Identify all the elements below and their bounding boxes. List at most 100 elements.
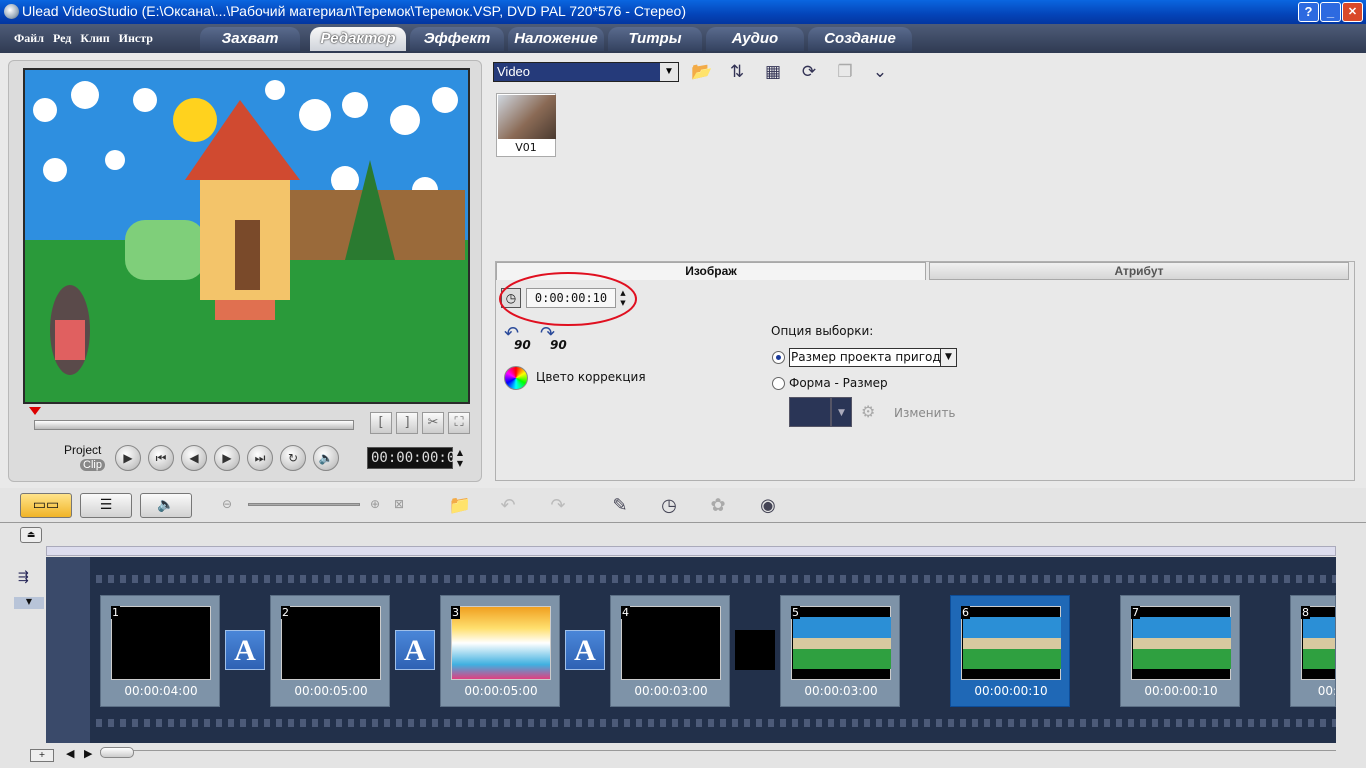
cut-clip-button[interactable]: ✂ (422, 412, 444, 434)
color-correction-label[interactable]: Цвето коррекция (536, 370, 646, 384)
fit-project-icon[interactable]: ⊠ (394, 497, 404, 511)
timeline-scrollbar[interactable] (100, 750, 1336, 758)
clip-thumbnail (451, 606, 551, 680)
shape-color-swatch[interactable] (789, 397, 831, 427)
insert-media-icon[interactable]: 📁 (446, 492, 474, 520)
color-correction-icon[interactable] (504, 366, 528, 390)
tab-overlay[interactable]: Наложение (508, 27, 604, 51)
clip-duration: 00:00:03:00 (804, 684, 878, 698)
sampling-option-label: Опция выборки: (771, 324, 874, 338)
storyboard-view-button[interactable]: ▭▭ (20, 493, 72, 518)
redo-icon[interactable]: ↷ (544, 492, 572, 520)
scrollbar-thumb[interactable] (100, 747, 134, 758)
play-button[interactable]: ▶ (115, 445, 141, 471)
library-item-label: V01 (515, 141, 537, 154)
project-mode-label[interactable]: Project (64, 443, 101, 457)
undo-icon[interactable]: ↶ (494, 492, 522, 520)
volume-button[interactable]: 🔈 (313, 445, 339, 471)
mark-out-button[interactable]: ] (396, 412, 418, 434)
transition-3[interactable]: A (565, 630, 605, 670)
title-bar: Ulead VideoStudio (E:\Оксана\...\Рабочий… (0, 0, 1366, 24)
help-button[interactable]: ? (1298, 2, 1319, 22)
project-size-dropdown[interactable]: Размер проекта пригоден ▼ (789, 348, 957, 367)
scroll-right-icon[interactable]: ▶ (84, 747, 92, 760)
clip-thumbnail (281, 606, 381, 680)
mark-in-button[interactable]: [ (370, 412, 392, 434)
storyboard-clip-1[interactable]: 1 00:00:04:00 (100, 595, 220, 707)
storyboard-clip-8[interactable]: 8 00: (1290, 595, 1336, 707)
clip-mode-label[interactable]: Clip (80, 459, 105, 471)
clip-duration: 00:00:00:10 (1144, 684, 1218, 698)
tab-audio[interactable]: Аудио (706, 27, 804, 51)
previous-frame-button[interactable]: ◀ (181, 445, 207, 471)
clip-duration: 00: (1317, 684, 1336, 698)
track-icon[interactable]: ⇶ (18, 570, 40, 588)
minimize-button[interactable]: _ (1320, 2, 1341, 22)
timecode-spinner[interactable]: ▲ ▼ (454, 447, 466, 469)
fullscreen-button[interactable]: ⛶ (448, 412, 470, 434)
eject-icon[interactable]: ⏏ (20, 527, 42, 543)
zoom-out-icon[interactable]: ⊖ (222, 497, 232, 511)
chevron-down-icon[interactable]: ▼ (831, 397, 852, 427)
import-icon[interactable]: ⟳ (795, 60, 823, 84)
transition-1[interactable]: A (225, 630, 265, 670)
storyboard-clip-5[interactable]: 5 00:00:03:00 (780, 595, 900, 707)
tab-attribute[interactable]: Атрибут (929, 262, 1349, 280)
preview-scrub-bar[interactable] (34, 420, 354, 430)
tab-capture[interactable]: Захват (200, 27, 300, 51)
rotate-right-button[interactable]: ↷ 90 (540, 325, 572, 354)
sort-icon[interactable]: ⇅ (723, 60, 751, 84)
playhead-marker[interactable] (29, 407, 41, 417)
expand-icon[interactable]: ⌄ (868, 60, 892, 84)
tab-editor[interactable]: Редактор (310, 27, 406, 51)
menu-edit[interactable]: Ред (53, 31, 71, 45)
app-icon[interactable] (4, 4, 19, 19)
surround-sound-icon[interactable]: ◉ (754, 492, 782, 520)
rotate-left-button[interactable]: ↶ 90 (504, 325, 536, 354)
chapter-point-icon[interactable]: ◷ (655, 492, 683, 520)
timeline-ruler[interactable] (46, 546, 1336, 556)
copy-icon[interactable]: ❐ (831, 60, 859, 84)
preview-timecode[interactable]: 00:00:00:00 (367, 447, 464, 469)
radio-project-size[interactable] (772, 351, 785, 364)
next-frame-button[interactable]: ▶ (214, 445, 240, 471)
tab-share[interactable]: Создание (808, 27, 912, 51)
timeline-view-button[interactable]: ☰ (80, 493, 132, 518)
storyboard-clip-4[interactable]: 4 00:00:03:00 (610, 595, 730, 707)
open-folder-icon[interactable]: 📂 (688, 60, 716, 84)
change-size-button[interactable]: Изменить (894, 406, 956, 420)
menu-tools[interactable]: Инстр (119, 31, 153, 45)
library-item-v01[interactable]: V01 (496, 93, 556, 157)
library-manager-icon[interactable]: ▦ (759, 60, 787, 84)
close-button[interactable]: ✕ (1342, 2, 1363, 22)
transition-2[interactable]: A (395, 630, 435, 670)
chevron-down-icon[interactable]: ▼ (14, 597, 44, 609)
tab-effect[interactable]: Эффект (410, 27, 504, 51)
zoom-slider[interactable] (248, 503, 360, 506)
tab-titles[interactable]: Титры (608, 27, 702, 51)
clip-thumbnail (961, 606, 1061, 680)
transition-slot-empty[interactable] (735, 630, 775, 670)
audio-view-button[interactable]: 🔈 (140, 493, 192, 518)
radio-shape-size[interactable] (772, 377, 785, 390)
scroll-left-icon[interactable]: ◀ (66, 747, 74, 760)
window-title: Ulead VideoStudio (E:\Оксана\...\Рабочий… (22, 3, 686, 19)
add-track-icon[interactable]: + (30, 749, 54, 762)
zoom-in-icon[interactable]: ⊕ (370, 497, 380, 511)
track-manager-icon[interactable]: ✿ (704, 492, 732, 520)
storyboard-clip-6-selected[interactable]: 6 00:00:00:10 (950, 595, 1070, 707)
clip-duration: 00:00:05:00 (464, 684, 538, 698)
main-tab-bar: Файл Ред Клип Инстр Захват Редактор Эффе… (0, 24, 1366, 53)
menu-clip[interactable]: Клип (80, 31, 109, 45)
storyboard-clip-3[interactable]: 3 00:00:05:00 (440, 595, 560, 707)
go-to-end-button[interactable]: ⏭ (247, 445, 273, 471)
repeat-button[interactable]: ↻ (280, 445, 306, 471)
chevron-down-icon: ▼ (660, 63, 678, 81)
menu-bar: Файл Ред Клип Инстр (14, 31, 159, 46)
smart-proxy-icon[interactable]: ✎ (606, 492, 634, 520)
storyboard-clip-2[interactable]: 2 00:00:05:00 (270, 595, 390, 707)
menu-file[interactable]: Файл (14, 31, 44, 45)
library-category-dropdown[interactable]: Video ▼ (493, 62, 679, 82)
go-to-start-button[interactable]: ⏮ (148, 445, 174, 471)
storyboard-clip-7[interactable]: 7 00:00:00:10 (1120, 595, 1240, 707)
